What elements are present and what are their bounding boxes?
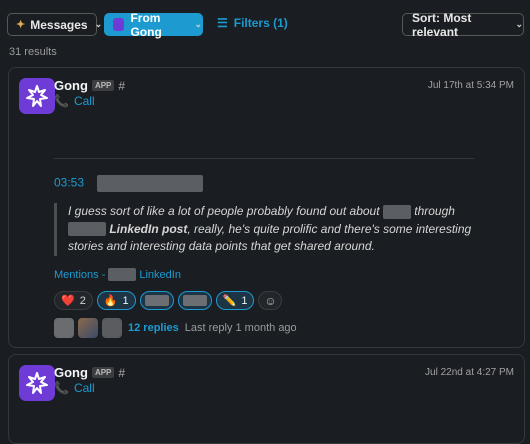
chevron-down-icon: ⌄ (194, 19, 202, 29)
phone-icon: 📞 (54, 94, 69, 108)
slack-icon: ✦ (16, 19, 26, 31)
gong-avatar[interactable] (19, 78, 55, 114)
app-badge: APP (91, 80, 115, 91)
message-timestamp[interactable]: Jul 17th at 5:34 PM (428, 80, 514, 91)
redacted-mention (108, 268, 137, 281)
sender-row: Gong APP # (54, 365, 125, 380)
thread-replies[interactable]: 12 replies Last reply 1 month ago (54, 318, 297, 338)
mentions-row: Mentions - LinkedIn (54, 268, 181, 281)
messages-label: Messages (30, 17, 88, 32)
call-link[interactable]: 📞 Call (54, 94, 95, 108)
mentions-link[interactable]: LinkedIn (139, 269, 181, 281)
phone-icon: 📞 (54, 381, 69, 395)
replies-link[interactable]: 12 replies (128, 322, 179, 334)
reaction-fire[interactable]: 🔥 1 (96, 291, 136, 310)
filters-label: Filters (1) (233, 16, 288, 30)
message-card[interactable]: Gong APP # Jul 22nd at 4:27 PM 📞 Call (8, 354, 525, 444)
messages-dropdown[interactable]: ✦ Messages ⌄ (7, 13, 102, 36)
redacted-name (68, 222, 106, 237)
blurred-emoji (144, 295, 169, 306)
pencil-emoji: ✏️ (222, 295, 237, 307)
divider (54, 158, 474, 159)
avatar (54, 318, 74, 338)
time-code-link[interactable]: 03:53 (54, 176, 84, 190)
mentions-label: Mentions - (54, 268, 106, 281)
channel-hash-icon: # (118, 78, 126, 93)
filters-button[interactable]: ☰ Filters (1) (217, 16, 288, 30)
search-filter-bar: ✦ Messages ⌄ From Gong ⌄ ☰ Filters (1) S… (0, 0, 530, 46)
sender-row: Gong APP # (54, 78, 125, 93)
channel-hash-icon: # (118, 365, 126, 380)
quote-part1: I guess sort of like a lot of people pro… (68, 204, 380, 218)
reaction-count: 1 (241, 294, 248, 307)
results-count: 31 results (9, 46, 57, 58)
blurred-emoji (182, 295, 207, 306)
timestamp-row: 03:53 (54, 175, 204, 192)
fire-emoji: 🔥 (103, 295, 118, 307)
reaction-count: 2 (79, 294, 86, 307)
sort-dropdown[interactable]: Sort: Most relevant ⌄ (402, 10, 524, 39)
filter-icon: ☰ (217, 16, 228, 30)
avatar (78, 318, 98, 338)
reactions-row: ❤️ 2 🔥 1 ✏️ 1 ☺ (54, 291, 286, 310)
message-timestamp[interactable]: Jul 22nd at 4:27 PM (425, 367, 514, 378)
call-label: Call (73, 381, 95, 395)
reaction-custom[interactable] (139, 291, 174, 310)
reaction-pencil[interactable]: ✏️ 1 (215, 291, 255, 310)
reaction-custom[interactable] (177, 291, 212, 310)
redacted-name (382, 204, 411, 219)
quote-part2: through (414, 204, 455, 218)
redacted-speaker (97, 175, 204, 192)
reaction-count: 1 (122, 294, 129, 307)
last-reply: Last reply 1 month ago (184, 322, 297, 334)
reaction-heart[interactable]: ❤️ 2 (54, 291, 93, 310)
gong-avatar[interactable] (19, 365, 55, 401)
add-reaction-button[interactable]: ☺ (258, 291, 283, 310)
transcript-quote: I guess sort of like a lot of people pro… (54, 203, 474, 256)
chevron-down-icon: ⌄ (94, 19, 103, 29)
chevron-down-icon: ⌄ (515, 19, 523, 29)
call-label: Call (73, 94, 95, 108)
app-badge: APP (91, 367, 115, 378)
gong-logo-icon (113, 18, 125, 31)
message-card[interactable]: Gong APP # Jul 17th at 5:34 PM 📞 Call 03… (8, 67, 525, 348)
gong-logo-icon (26, 372, 48, 394)
from-label: From Gong (130, 10, 162, 39)
sender-name[interactable]: Gong (54, 365, 88, 380)
call-link[interactable]: 📞 Call (54, 381, 95, 395)
add-emoji-icon: ☺ (264, 293, 277, 308)
avatar (102, 318, 122, 338)
gong-logo-icon (26, 85, 48, 107)
sort-label: Sort: Most relevant (412, 10, 472, 39)
quote-bold: LinkedIn post (109, 221, 188, 236)
heart-emoji: ❤️ (61, 295, 75, 307)
sender-name[interactable]: Gong (54, 78, 88, 93)
from-gong-filter[interactable]: From Gong ⌄ (104, 10, 203, 39)
